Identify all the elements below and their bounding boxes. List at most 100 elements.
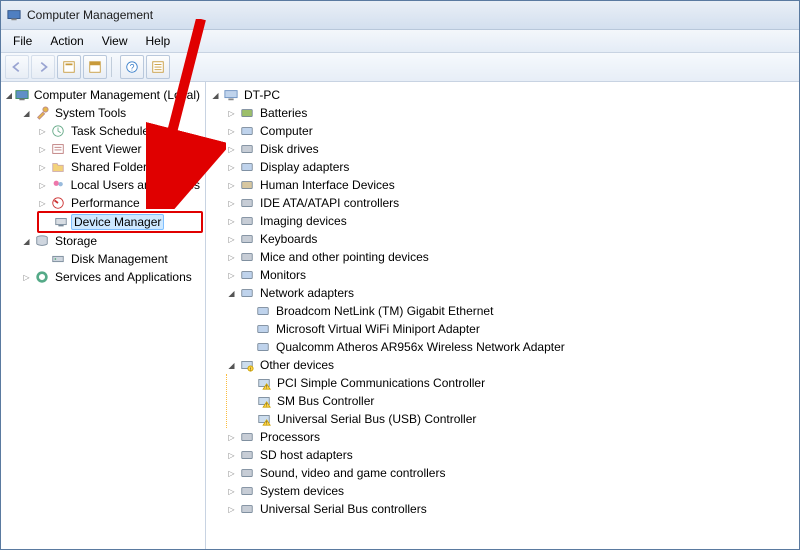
svg-text:!: ! [250, 366, 251, 371]
expand-icon[interactable] [226, 108, 237, 119]
expand-icon[interactable] [226, 504, 237, 515]
expand-icon[interactable] [210, 90, 221, 101]
task-scheduler-node[interactable]: Task Scheduler [37, 122, 203, 140]
device-category-6[interactable]: Imaging devices [226, 212, 797, 230]
shared-folders-node[interactable]: Shared Folders [37, 158, 203, 176]
expand-icon[interactable] [37, 162, 48, 173]
device-icon [239, 105, 255, 121]
network-adapter-1[interactable]: Microsoft Virtual WiFi Miniport Adapter [242, 320, 797, 338]
adapter-label: Qualcomm Atheros AR956x Wireless Network… [273, 339, 568, 355]
device-category-1[interactable]: Computer [226, 122, 797, 140]
device-category-post2[interactable]: Sound, video and game controllers [226, 464, 797, 482]
device-icon [239, 123, 255, 139]
performance-node[interactable]: Performance [37, 194, 203, 212]
other-device-1[interactable]: !SM Bus Controller [243, 392, 797, 410]
back-button[interactable] [5, 55, 29, 79]
expand-icon[interactable] [226, 144, 237, 155]
forward-button[interactable] [31, 55, 55, 79]
other-device-0[interactable]: !PCI Simple Communications Controller [243, 374, 797, 392]
services-label: Services and Applications [52, 269, 195, 285]
expand-icon[interactable] [21, 108, 32, 119]
toolbar-btn-3[interactable] [146, 55, 170, 79]
expand-icon[interactable] [226, 360, 237, 371]
expand-icon[interactable] [226, 216, 237, 227]
storage-node[interactable]: Storage [21, 232, 203, 250]
expand-icon[interactable] [5, 90, 13, 101]
event-viewer-node[interactable]: Event Viewer [37, 140, 203, 158]
menubar: File Action View Help [1, 30, 799, 53]
disk-management-node[interactable]: Disk Management [37, 250, 203, 268]
device-icon [239, 159, 255, 175]
menu-help[interactable]: Help [138, 32, 179, 50]
expand-icon[interactable] [226, 234, 237, 245]
expand-icon[interactable] [37, 144, 48, 155]
expand-icon[interactable] [21, 272, 32, 283]
device-category-7[interactable]: Keyboards [226, 230, 797, 248]
other-device-label: PCI Simple Communications Controller [274, 375, 488, 391]
device-category-post3[interactable]: System devices [226, 482, 797, 500]
device-category-4[interactable]: Human Interface Devices [226, 176, 797, 194]
warning-device-icon: ! [256, 411, 272, 427]
device-label: Imaging devices [257, 213, 350, 229]
toolbar-btn-1[interactable] [57, 55, 81, 79]
device-label: Batteries [257, 105, 310, 121]
device-category-0[interactable]: Batteries [226, 104, 797, 122]
expand-icon[interactable] [226, 486, 237, 497]
toolbar: ? [1, 53, 799, 82]
storage-label: Storage [52, 233, 100, 249]
expand-icon[interactable] [226, 468, 237, 479]
services-icon [34, 269, 50, 285]
menu-file[interactable]: File [5, 32, 40, 50]
expand-icon[interactable] [37, 180, 48, 191]
network-adapter-0[interactable]: Broadcom NetLink (TM) Gigabit Ethernet [242, 302, 797, 320]
left-nav-pane[interactable]: Computer Management (Local) System Tools [1, 82, 206, 550]
expand-icon[interactable] [226, 126, 237, 137]
device-manager-node[interactable]: Device Manager [37, 211, 203, 233]
device-category-5[interactable]: IDE ATA/ATAPI controllers [226, 194, 797, 212]
expand-icon[interactable] [226, 252, 237, 263]
device-category-3[interactable]: Display adapters [226, 158, 797, 176]
expand-icon[interactable] [226, 450, 237, 461]
menu-action[interactable]: Action [42, 32, 91, 50]
services-node[interactable]: Services and Applications [21, 268, 203, 286]
help-button[interactable]: ? [120, 55, 144, 79]
folder-icon [50, 159, 66, 175]
expand-icon[interactable] [37, 198, 48, 209]
event-viewer-label: Event Viewer [68, 141, 144, 157]
expand-icon[interactable] [226, 432, 237, 443]
expand-icon[interactable] [226, 180, 237, 191]
device-category-network[interactable]: Network adapters [226, 284, 797, 302]
computer-root-node[interactable]: DT-PC [210, 86, 797, 104]
device-category-2[interactable]: Disk drives [226, 140, 797, 158]
device-icon [239, 195, 255, 211]
expand-icon[interactable] [226, 198, 237, 209]
storage-icon [34, 233, 50, 249]
expand-icon[interactable] [226, 162, 237, 173]
device-icon [239, 447, 255, 463]
device-tree-pane[interactable]: DT-PC BatteriesComputerDisk drivesDispla… [206, 82, 799, 550]
device-label: SD host adapters [257, 447, 356, 463]
local-users-node[interactable]: Local Users and Groups [37, 176, 203, 194]
task-scheduler-label: Task Scheduler [68, 123, 156, 139]
device-category-post4[interactable]: Universal Serial Bus controllers [226, 500, 797, 518]
device-category-post0[interactable]: Processors [226, 428, 797, 446]
root-node[interactable]: Computer Management (Local) [5, 86, 203, 104]
device-category-post1[interactable]: SD host adapters [226, 446, 797, 464]
root-label: Computer Management (Local) [31, 87, 203, 103]
warning-device-icon: ! [256, 393, 272, 409]
expand-icon[interactable] [37, 126, 48, 137]
toolbar-btn-2[interactable] [83, 55, 107, 79]
svg-text:?: ? [130, 63, 135, 73]
menu-view[interactable]: View [94, 32, 136, 50]
expand-icon[interactable] [226, 270, 237, 281]
network-adapter-2[interactable]: Qualcomm Atheros AR956x Wireless Network… [242, 338, 797, 356]
device-category-8[interactable]: Mice and other pointing devices [226, 248, 797, 266]
device-label: Human Interface Devices [257, 177, 398, 193]
device-label: Mice and other pointing devices [257, 249, 432, 265]
expand-icon[interactable] [21, 236, 32, 247]
system-tools-node[interactable]: System Tools [21, 104, 203, 122]
other-device-2[interactable]: !Universal Serial Bus (USB) Controller [243, 410, 797, 428]
device-category-other[interactable]: !Other devices [226, 356, 797, 374]
expand-icon[interactable] [226, 288, 237, 299]
device-category-9[interactable]: Monitors [226, 266, 797, 284]
